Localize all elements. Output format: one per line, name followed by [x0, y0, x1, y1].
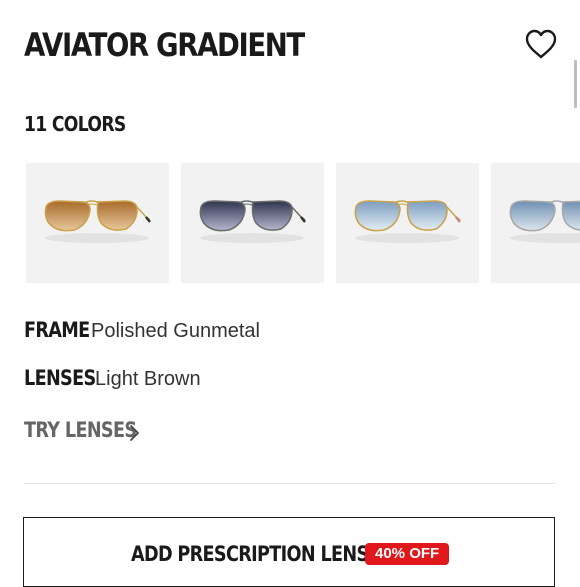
add-prescription-lenses-button[interactable]: ADD PRESCRIPTION LENSES 40% OFF: [23, 517, 555, 587]
divider: [24, 483, 556, 484]
color-swatch-carousel[interactable]: [26, 163, 580, 283]
color-swatch-2[interactable]: [181, 163, 324, 283]
color-swatch-1[interactable]: [26, 163, 169, 283]
lenses-label: LENSES: [24, 366, 96, 390]
colors-count: 11 COLORS: [24, 112, 126, 136]
try-lenses-link[interactable]: TRY LENSES: [24, 418, 158, 442]
heart-outline-icon[interactable]: [524, 28, 558, 60]
chevron-right-icon: [130, 425, 139, 441]
color-swatch-4[interactable]: [491, 163, 580, 283]
lenses-value: Light Brown: [95, 368, 201, 390]
sunglasses-image: [354, 200, 461, 243]
frame-row: FRAME Polished Gunmetal: [24, 318, 260, 342]
sunglasses-image: [199, 200, 306, 243]
sunglasses-image: [509, 200, 580, 243]
sunglasses-image: [44, 200, 151, 243]
frame-label: FRAME: [24, 318, 90, 342]
scrollbar-thumb[interactable]: [574, 60, 577, 108]
product-title: AVIATOR GRADIENT: [24, 26, 305, 64]
frame-value: Polished Gunmetal: [91, 320, 260, 342]
try-lenses-label: TRY LENSES: [24, 418, 137, 442]
color-swatch-3[interactable]: [336, 163, 479, 283]
lenses-row: LENSES Light Brown: [24, 366, 201, 390]
scrollbar[interactable]: [574, 0, 580, 580]
add-prescription-label: ADD PRESCRIPTION LENSES: [131, 542, 393, 566]
discount-badge: 40% OFF: [365, 543, 450, 565]
